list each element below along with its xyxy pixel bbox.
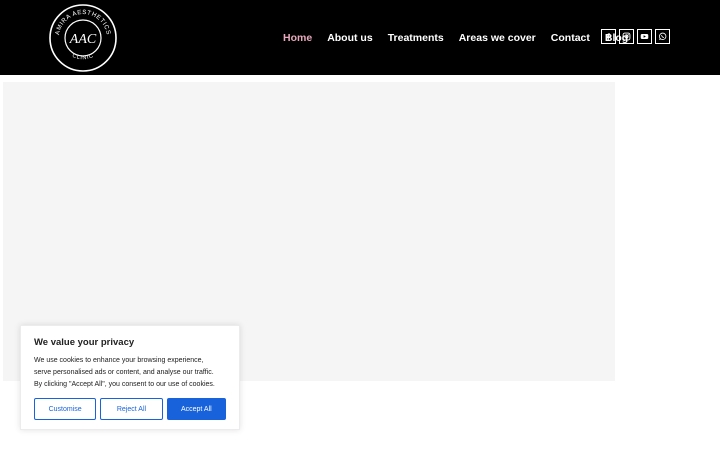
cookie-line: By clicking "Accept All", you consent to… (34, 381, 215, 388)
instagram-icon[interactable] (619, 29, 634, 44)
cookie-line: serve personalised ads or content, and a… (34, 369, 214, 376)
svg-text:CLINIC: CLINIC (71, 53, 95, 61)
social-links (601, 29, 670, 44)
cookie-consent-banner: We value your privacy We use cookies to … (20, 325, 240, 430)
nav-home[interactable]: Home (283, 31, 312, 45)
cookie-title: We value your privacy (34, 337, 135, 348)
logo-monogram: AAC (69, 32, 97, 47)
whatsapp-icon[interactable] (655, 29, 670, 44)
logo-bottom-text: CLINIC (71, 53, 94, 61)
reject-all-button[interactable]: Reject All (100, 398, 163, 420)
main-nav: Home About us Treatments Areas we cover … (283, 31, 628, 45)
logo-emblem: AMIRA AESTHETICS CLINIC AAC (49, 4, 117, 72)
accept-all-button[interactable]: Accept All (166, 398, 227, 420)
customise-button[interactable]: Customise (34, 398, 97, 420)
cookie-description: We use cookies to enhance your browsing … (34, 355, 226, 391)
nav-about-us[interactable]: About us (327, 31, 373, 45)
nav-contact[interactable]: Contact (551, 31, 590, 45)
cookie-line: We use cookies to enhance your browsing … (34, 357, 204, 364)
clinic-logo[interactable]: AMIRA AESTHETICS CLINIC AAC (48, 3, 118, 73)
facebook-icon[interactable] (601, 29, 616, 44)
cookie-actions: Customise Reject All Accept All (34, 398, 227, 420)
youtube-icon[interactable] (637, 29, 652, 44)
nav-areas-we-cover[interactable]: Areas we cover (459, 31, 536, 45)
nav-treatments[interactable]: Treatments (388, 31, 444, 45)
site-header: AMIRA AESTHETICS CLINIC AAC Home About u… (0, 0, 720, 75)
